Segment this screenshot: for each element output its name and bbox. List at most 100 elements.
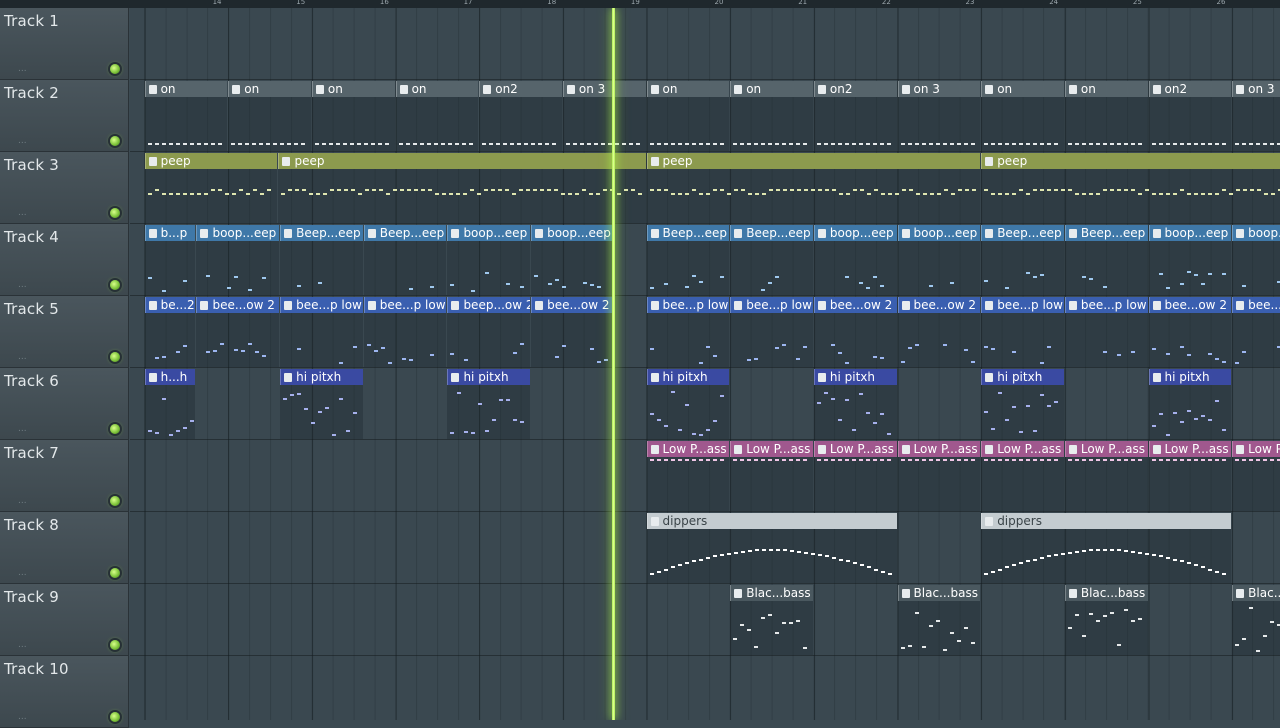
track-header[interactable]: Track 2... [0,80,129,152]
pattern-clip[interactable]: bee...p low [363,297,447,367]
pattern-icon [200,229,209,238]
track-header[interactable]: Track 7... [0,440,129,512]
track-header[interactable]: Track 1... [0,8,129,80]
pattern-clip[interactable]: boop...eep [196,225,280,295]
pattern-clip[interactable]: on 3 [897,81,981,151]
pattern-clip[interactable]: on [228,81,311,151]
pattern-clip[interactable]: bee...p low [646,297,730,367]
clip-label: be...2 [160,298,195,312]
pattern-clip[interactable]: Beep...eep [646,225,730,295]
pattern-clip[interactable]: bee...ow 2 [1148,297,1232,367]
track-mute-led-icon[interactable] [110,712,120,722]
pattern-clip[interactable]: Low P...ass [897,441,981,511]
pattern-clip[interactable]: on2 [813,81,897,151]
pattern-clip[interactable]: on 3 [562,81,646,151]
pattern-clip[interactable]: peep [646,153,981,223]
pattern-clip[interactable]: hi pitxh [813,369,897,439]
playlist-grid[interactable]: on on on on on2 on 3 on on on2 on 3 on on on2 on 3 pee… [130,8,1280,720]
pattern-clip[interactable]: boop...eep [897,225,981,295]
clip-label: on [746,82,762,96]
track-header[interactable]: Track 9... [0,584,129,656]
track-header[interactable]: Track 5... [0,296,129,368]
track-header[interactable]: Track 6... [0,368,129,440]
pattern-clip[interactable]: hi pitxh [646,369,730,439]
pattern-clip[interactable]: Low P...ass [981,441,1064,511]
pattern-clip[interactable]: peep [981,153,1280,223]
pattern-clip[interactable]: Low P...ass [1148,441,1232,511]
pattern-clip[interactable]: hi pitxh [280,369,363,439]
pattern-clip[interactable]: on [144,81,228,151]
pattern-clip[interactable]: on [395,81,479,151]
pattern-clip[interactable]: dippers [981,513,1232,583]
clip-label: Beep...eep [746,226,811,240]
pattern-clip[interactable]: bee...p low [981,297,1064,367]
pattern-clip[interactable]: boop...eep [1148,225,1232,295]
pattern-clip[interactable]: bee...ow 2 [1232,297,1280,367]
pattern-clip[interactable]: boop...eep [447,225,531,295]
track-mute-led-icon[interactable] [110,568,120,578]
track-header[interactable]: Track 4... [0,224,129,296]
pattern-clip[interactable]: Blac...bass [1064,585,1148,655]
pattern-clip[interactable]: Beep...eep [1064,225,1148,295]
pattern-clip[interactable]: Beep...eep [280,225,363,295]
pattern-clip[interactable]: hi pitxh [981,369,1064,439]
pattern-clip[interactable]: boop...eep [531,225,614,295]
pattern-clip[interactable]: h...h [144,369,196,439]
track-header[interactable]: Track 8... [0,512,129,584]
pattern-clip[interactable]: Low P...ass [730,441,813,511]
pattern-clip[interactable]: bee...ow 2 [531,297,614,367]
pattern-clip[interactable]: Low P...ass [1064,441,1148,511]
pattern-icon [566,85,575,94]
pattern-clip[interactable]: Low P...ass [1232,441,1280,511]
track-mute-led-icon[interactable] [110,280,120,290]
pattern-clip[interactable]: on 3 [1232,81,1280,151]
pattern-clip[interactable]: Blac...bass [730,585,813,655]
pattern-clip[interactable]: Low P...ass [813,441,897,511]
pattern-clip[interactable]: bee...p low [280,297,363,367]
pattern-clip[interactable]: peep [278,153,646,223]
track-mute-led-icon[interactable] [110,352,120,362]
pattern-clip[interactable]: boop...eep [813,225,897,295]
pattern-clip[interactable]: on2 [479,81,562,151]
pattern-clip[interactable]: boop...eep [1232,225,1280,295]
pattern-clip[interactable]: bee...ow 2 [813,297,897,367]
track-mute-led-icon[interactable] [110,64,120,74]
bar-number: 15 [296,0,306,6]
pattern-clip[interactable]: peep [144,153,278,223]
pattern-clip[interactable]: on [730,81,813,151]
track-mute-led-icon[interactable] [110,208,120,218]
clip-label: hi pitxh [1164,370,1210,384]
track-mute-led-icon[interactable] [110,424,120,434]
pattern-clip[interactable]: Blac...bass [897,585,981,655]
track-mute-led-icon[interactable] [110,640,120,650]
clip-label: bee...ow 2 [547,298,610,312]
pattern-clip[interactable]: on [311,81,395,151]
pattern-clip[interactable]: Low P...ass [646,441,730,511]
pattern-clip[interactable]: dippers [646,513,897,583]
clip-notes [396,97,479,151]
track-header[interactable]: Track 10... [0,656,129,728]
pattern-clip[interactable]: hi pitxh [447,369,531,439]
timeline-ruler[interactable]: 14 15 16 17 18 19 20 21 22 23 24 25 26 [0,0,1280,8]
pattern-clip[interactable]: Beep...eep [730,225,813,295]
pattern-clip[interactable]: on [646,81,730,151]
pattern-clip[interactable]: Beep...eep [981,225,1064,295]
pattern-clip[interactable]: beep...ow 2 [447,297,531,367]
pattern-clip[interactable]: Blac...bass [1232,585,1280,655]
bar-number: 14 [212,0,222,6]
pattern-clip[interactable]: be...2 [144,297,196,367]
pattern-clip[interactable]: on [981,81,1064,151]
pattern-clip[interactable]: bee...ow 2 [196,297,280,367]
pattern-clip[interactable]: bee...p low [730,297,813,367]
pattern-clip[interactable]: on [1064,81,1148,151]
pattern-clip[interactable]: b...p [144,225,196,295]
pattern-clip[interactable]: on2 [1148,81,1232,151]
track-mute-led-icon[interactable] [110,496,120,506]
track-header[interactable]: Track 3... [0,152,129,224]
track-mute-led-icon[interactable] [110,136,120,146]
playhead[interactable] [612,8,615,720]
pattern-clip[interactable]: Beep...eep [363,225,447,295]
pattern-clip[interactable]: hi pitxh [1148,369,1232,439]
pattern-clip[interactable]: bee...p low [1064,297,1148,367]
pattern-clip[interactable]: bee...ow 2 [897,297,981,367]
